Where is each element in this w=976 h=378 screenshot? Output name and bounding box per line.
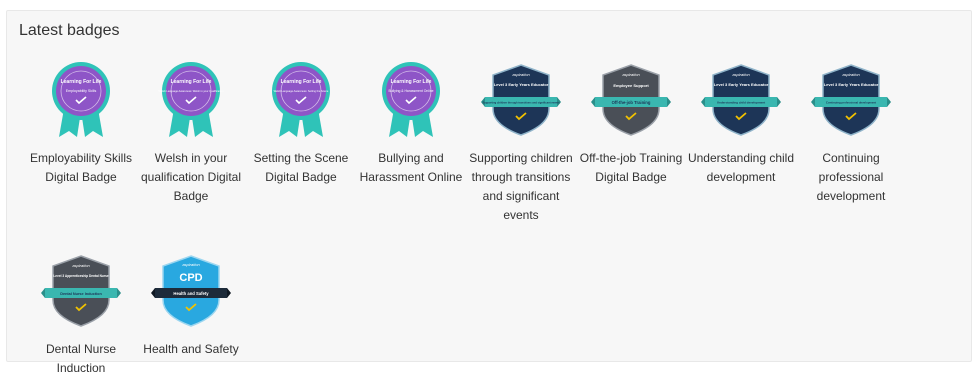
shield-icon: aspiration Employee Support Off-the-job … xyxy=(591,59,671,139)
badge-label: Health and Safety xyxy=(143,342,239,356)
shield-icon: aspiration CPD Health and Safety xyxy=(151,250,231,330)
badge-art-subtitle: Employability Skills xyxy=(66,89,97,93)
badge-label: Dental Nurse Induction xyxy=(45,342,117,375)
badge-item[interactable]: aspiration Level 3 Early Years Educator … xyxy=(686,59,796,187)
badge-art-header: Level 3 Early Years Educator xyxy=(714,82,769,87)
badge-label: Bullying and Harassment Online xyxy=(359,151,463,184)
badge-brand: aspiration xyxy=(842,72,860,77)
badge-art-header: CPD xyxy=(179,272,202,284)
shield-icon: aspiration Level 3 Early Years Educator … xyxy=(701,59,781,139)
badge-ribbon: Supporting children through transitions … xyxy=(482,101,560,105)
badge-item[interactable]: aspiration Employee Support Off-the-job … xyxy=(576,59,686,187)
badge-label: Off-the-job Training Digital Badge xyxy=(579,151,683,184)
badge-brand: aspiration xyxy=(512,72,530,77)
badge-art-header: Level 3 Apprenticeship Dental Nurse xyxy=(53,274,109,278)
panel-title: Latest badges xyxy=(19,22,120,39)
rosette-icon: Learning For Life Employability Skills xyxy=(41,59,121,139)
badge-brand: aspiration xyxy=(182,262,200,267)
badge-art-subtitle: Welsh Language Awareness: Welsh in your … xyxy=(159,89,224,93)
badge-brand: aspiration xyxy=(622,72,640,77)
badge-ribbon: Continuing professional development xyxy=(826,101,876,105)
badge-ribbon: Health and Safety xyxy=(173,291,209,296)
rosette-icon: Learning For Life Welsh Language Awarene… xyxy=(261,59,341,139)
badge-item[interactable]: Learning For Life Bullying & Harassment … xyxy=(356,59,466,187)
badge-art-header: Learning For Life xyxy=(281,79,322,85)
badge-item[interactable]: Learning For Life Welsh Language Awarene… xyxy=(246,59,356,187)
shield-icon: aspiration Level 3 Early Years Educator … xyxy=(811,59,891,139)
badge-label: Setting the Scene Digital Badge xyxy=(253,151,349,184)
badge-item[interactable]: aspiration Level 3 Early Years Educator … xyxy=(796,59,906,206)
badge-item[interactable]: aspiration CPD Health and Safety Health … xyxy=(136,250,246,359)
badge-art-header: Level 3 Early Years Educator xyxy=(824,82,879,87)
rosette-icon: Learning For Life Welsh Language Awarene… xyxy=(151,59,231,139)
badge-brand: aspiration xyxy=(72,263,90,268)
badge-art-header: Learning For Life xyxy=(171,79,212,85)
shield-icon: aspiration Level 3 Apprenticeship Dental… xyxy=(41,250,121,330)
badge-item[interactable]: aspiration Level 3 Early Years Educator … xyxy=(466,59,576,225)
rosette-icon: Learning For Life Bullying & Harassment … xyxy=(371,59,451,139)
badge-art-subtitle: Welsh Language Awareness: Setting the Sc… xyxy=(274,89,329,93)
badge-art-header: Learning For Life xyxy=(61,79,102,85)
latest-badges-panel: Latest badges Learning For Life Employab… xyxy=(6,10,972,375)
badge-label: Welsh in your qualification Digital Badg… xyxy=(140,151,242,203)
badge-label: Employability Skills Digital Badge xyxy=(29,151,133,184)
badge-art-header: Level 3 Early Years Educator xyxy=(494,82,549,87)
badge-art-header: Employee Support xyxy=(613,83,649,88)
badge-item[interactable]: Learning For Life Employability Skills E… xyxy=(26,59,136,187)
shield-icon: aspiration Level 3 Early Years Educator … xyxy=(481,59,561,139)
badge-item[interactable]: Learning For Life Welsh Language Awarene… xyxy=(136,59,246,206)
badge-ribbon: Dental Nurse Induction xyxy=(60,292,102,296)
badge-ribbon: Understanding child development xyxy=(717,101,765,105)
badge-item[interactable]: aspiration Level 3 Apprenticeship Dental… xyxy=(26,250,136,378)
badge-art-subtitle: Bullying & Harassment Online xyxy=(388,89,433,93)
badge-art-header: Learning For Life xyxy=(391,79,432,85)
badge-brand: aspiration xyxy=(732,72,750,77)
badge-ribbon: Off-the-job Training xyxy=(612,100,651,105)
badge-label: Understanding child development xyxy=(687,151,795,184)
badge-label: Supporting children through transitions … xyxy=(469,151,573,222)
badge-label: Continuing professional development xyxy=(816,151,886,203)
